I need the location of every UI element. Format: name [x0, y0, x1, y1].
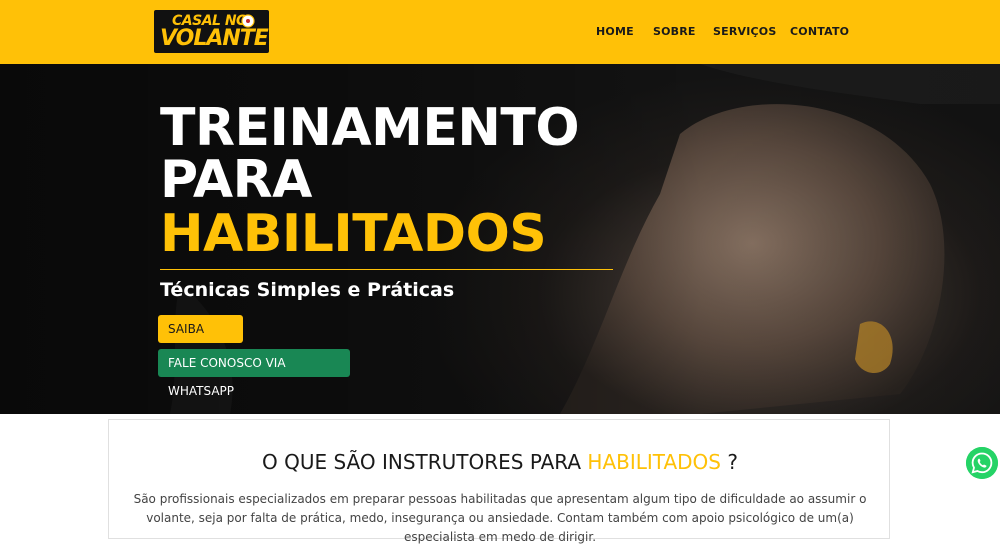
- section-description: São profissionais especializados em prep…: [133, 492, 867, 544]
- section-title-suffix: ?: [727, 450, 738, 474]
- nav-home[interactable]: HOME: [596, 25, 634, 38]
- hero-title-line2: PARA: [160, 150, 312, 210]
- whatsapp-icon: [966, 447, 998, 479]
- hero-banner: TREINAMENTO PARA HABILITADOS Técnicas Si…: [0, 64, 1000, 414]
- whatsapp-float-button[interactable]: [966, 447, 998, 479]
- hero-title-line1: TREINAMENTO: [160, 98, 580, 158]
- nav-contato[interactable]: CONTATO: [790, 25, 849, 38]
- nav-sobre[interactable]: SOBRE: [653, 25, 696, 38]
- hero-title-line3: HABILITADOS: [160, 204, 547, 264]
- hero-subtitle: Técnicas Simples e Práticas: [160, 279, 455, 301]
- about-section-card: O QUE SÃO INSTRUTORES PARA HABILITADOS ?…: [108, 419, 891, 544]
- section-title: O QUE SÃO INSTRUTORES PARA HABILITADOS ?: [109, 450, 891, 474]
- nav-servicos[interactable]: SERVIÇOS: [713, 25, 776, 38]
- hero-divider: [160, 269, 613, 270]
- section-title-highlight: HABILITADOS: [587, 450, 721, 474]
- main-nav: HOME SOBRE SERVIÇOS CONTATO: [0, 25, 1000, 41]
- section-title-prefix: O QUE SÃO INSTRUTORES PARA: [262, 450, 582, 474]
- whatsapp-contact-button[interactable]: FALE CONOSCO VIA WHATSAPP: [158, 349, 350, 398]
- top-navbar: CASAL NO VOLANTE HOME SOBRE SERVIÇOS CON…: [0, 0, 1000, 64]
- saiba-mais-button[interactable]: SAIBA MAIS: [158, 315, 243, 364]
